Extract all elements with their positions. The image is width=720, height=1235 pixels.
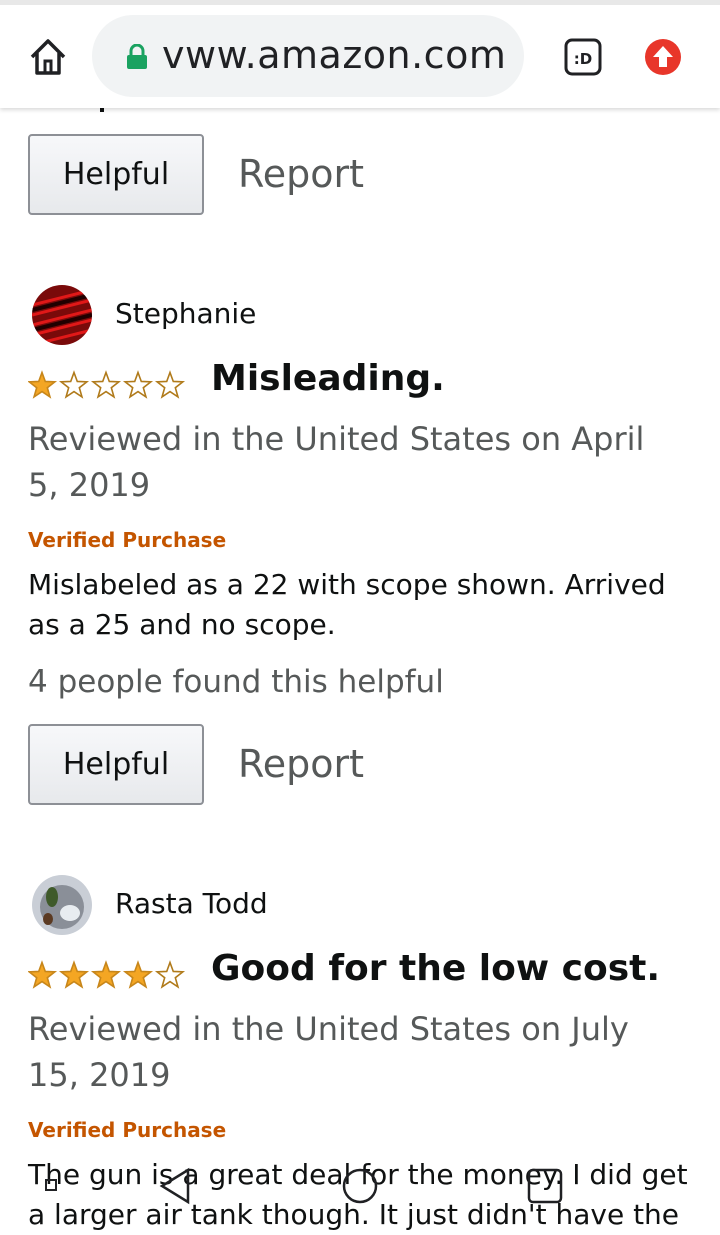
star-empty-icon — [122, 370, 154, 399]
star-filled-icon — [58, 960, 90, 989]
home-nav-icon[interactable] — [342, 1168, 378, 1204]
star-filled-icon — [26, 370, 58, 399]
helpful-button[interactable]: Helpful — [28, 134, 204, 215]
star-filled-icon — [26, 960, 58, 989]
home-icon[interactable] — [26, 35, 70, 79]
star-empty-icon — [154, 370, 186, 399]
star-empty-icon — [154, 960, 186, 989]
star-filled-icon — [90, 960, 122, 989]
review-date: Reviewed in the United States on July 15… — [28, 1010, 629, 1094]
system-nav-bar — [0, 1164, 720, 1208]
lock-icon — [126, 43, 148, 70]
review-title[interactable]: Misleading. — [211, 358, 445, 399]
address-bar[interactable]: vww.amazon.com — [92, 15, 524, 97]
star-filled-icon — [122, 960, 154, 989]
url-text: vww.amazon.com — [162, 33, 507, 77]
star-rating — [26, 959, 188, 991]
update-icon[interactable] — [644, 38, 682, 76]
helpful-count: 4 people found this helpful — [28, 664, 444, 700]
extension-icon[interactable]: :D — [564, 38, 602, 76]
avatar — [32, 285, 92, 345]
verified-badge: Verified Purchase — [28, 1118, 227, 1142]
back-icon[interactable] — [159, 1167, 190, 1205]
reviewer-name[interactable]: Rasta Todd — [115, 887, 268, 920]
star-rating — [26, 369, 188, 401]
review-body: Mislabeled as a 22 with scope shown. Arr… — [28, 568, 666, 641]
star-empty-icon — [90, 370, 122, 399]
verified-badge: Verified Purchase — [28, 528, 227, 552]
avatar — [32, 875, 92, 935]
report-link[interactable]: Report — [238, 724, 364, 805]
svg-text::D: :D — [574, 50, 592, 68]
star-empty-icon — [58, 370, 90, 399]
reviewer-name[interactable]: Stephanie — [115, 297, 256, 330]
browser-toolbar: vww.amazon.com :D — [0, 0, 720, 108]
review-title[interactable]: Good for the low cost. — [211, 948, 660, 989]
recents-icon[interactable] — [527, 1168, 563, 1204]
helpful-button[interactable]: Helpful — [28, 724, 204, 805]
review-date: Reviewed in the United States on April 5… — [28, 420, 645, 504]
report-link[interactable]: Report — [238, 134, 364, 215]
screenshot-icon[interactable] — [45, 1179, 57, 1191]
